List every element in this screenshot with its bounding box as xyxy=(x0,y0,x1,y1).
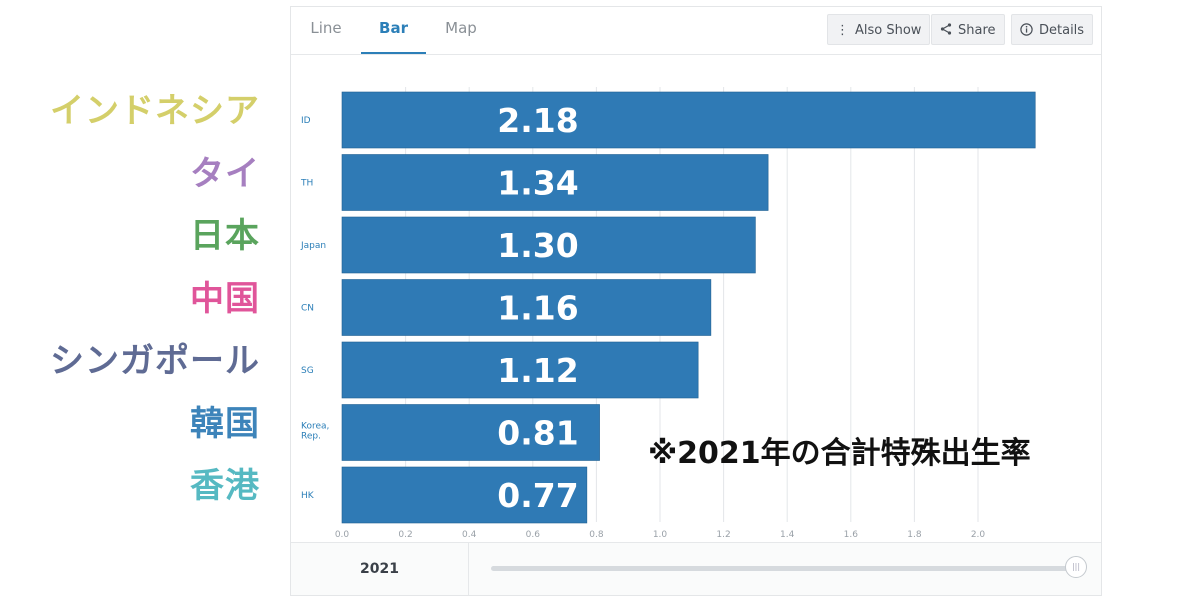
x-tick-label: 0.2 xyxy=(398,530,412,540)
value-label: 1.34 xyxy=(497,164,578,203)
value-label: 0.77 xyxy=(497,476,578,515)
x-tick-label: 0.6 xyxy=(526,530,541,540)
x-tick-label: 0.0 xyxy=(335,530,350,540)
value-label: 1.12 xyxy=(497,351,578,390)
category-label: CN xyxy=(301,304,314,314)
category-label: HK xyxy=(301,491,315,501)
overlay-country-label: 日本 xyxy=(190,216,260,256)
x-tick-label: 0.8 xyxy=(589,530,604,540)
overlay-country-label: 香港 xyxy=(190,466,260,506)
year-slider-track[interactable] xyxy=(491,566,1076,571)
category-label: SG xyxy=(301,366,314,376)
x-tick-label: 1.2 xyxy=(716,530,730,540)
bar xyxy=(341,91,1036,149)
value-label: 0.81 xyxy=(497,414,578,453)
note-text: ※2021年の合計特殊出生率 xyxy=(648,436,1031,471)
x-tick-label: 2.0 xyxy=(971,530,986,540)
chart-panel: Line Bar Map ⋮ Also Show Share Details 0.… xyxy=(290,6,1102,596)
x-tick-label: 1.6 xyxy=(844,530,859,540)
overlay-country-label: タイ xyxy=(190,153,260,194)
x-tick-label: 1.0 xyxy=(653,530,668,540)
x-tick-label: 0.4 xyxy=(462,530,477,540)
value-label: 1.30 xyxy=(497,226,578,265)
x-tick-label: 1.4 xyxy=(780,530,795,540)
value-label: 1.16 xyxy=(497,289,578,328)
category-label: Korea, Rep. xyxy=(301,422,329,442)
year-slider-handle[interactable]: ||| xyxy=(1065,556,1087,578)
overlay-country-label: 中国 xyxy=(190,278,260,319)
category-label: ID xyxy=(301,116,311,126)
value-label: 2.18 xyxy=(497,101,578,140)
category-label: Japan xyxy=(300,241,326,251)
category-label: TH xyxy=(300,179,313,189)
overlay-country-label: インドネシア xyxy=(50,91,260,131)
year-label: 2021 xyxy=(291,543,469,595)
x-tick-label: 1.8 xyxy=(907,530,922,540)
overlay-country-label: シンガポール xyxy=(50,341,260,381)
overlay-country-label: 韓国 xyxy=(190,403,260,444)
timeline-footer: 2021 ||| xyxy=(291,542,1101,595)
